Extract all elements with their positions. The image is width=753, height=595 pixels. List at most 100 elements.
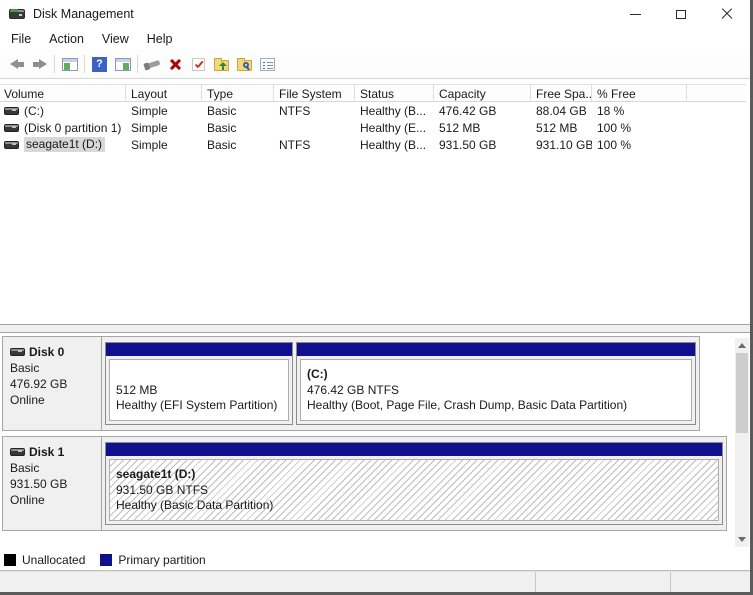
toolbar-separator [137,55,138,73]
title-bar: Disk Management [0,0,750,28]
volume-name: (Disk 0 partition 1) [24,120,122,135]
vertical-scrollbar[interactable] [735,338,749,547]
column-header-free-space[interactable]: Free Spa... [531,85,592,101]
status-section [0,572,535,592]
partition-name: seagate1t (D:) [116,467,196,481]
primary-partition-swatch-icon [100,553,113,566]
volume-type: Basic [207,137,237,152]
partition-seagate-selected[interactable]: seagate1t (D:) 931.50 GB NTFS Healthy (B… [105,442,723,525]
close-button[interactable] [704,0,750,28]
disk-size: 931.50 GB [10,477,68,491]
volume-type: Basic [207,103,237,118]
maximize-button[interactable] [658,0,704,28]
menu-bar: File Action View Help [0,28,750,50]
scroll-up-button[interactable] [735,338,749,353]
folder-search-button[interactable] [233,52,256,76]
partition-size: 931.50 GB NTFS [116,482,209,497]
disk-0-row: Disk 0 Basic 476.92 GB Online 512 MB Hea… [2,336,700,431]
scrollbar-thumb[interactable] [736,353,748,433]
column-header-capacity[interactable]: Capacity [434,85,531,101]
properties-list-button[interactable] [256,52,279,76]
volume-pct-free: 100 % [597,137,632,152]
action-pane-button[interactable] [111,52,134,76]
maximize-icon [676,9,686,19]
disk-icon [10,448,25,456]
forward-icon [32,59,47,69]
primary-partition-strip [106,343,292,356]
column-header-filler [687,85,746,101]
disk-icon [10,348,25,356]
volume-row-c[interactable]: (C:) Simple Basic NTFS Healthy (B... 476… [0,102,746,119]
menu-action[interactable]: Action [40,30,93,48]
column-header-status[interactable]: Status [355,85,434,101]
primary-partition-strip [106,443,722,456]
column-header-type[interactable]: Type [202,85,274,101]
partition-name: (C:) [307,367,328,381]
volume-status: Healthy (B... [360,137,427,152]
volume-row-seagate[interactable]: seagate1t (D:) Simple Basic NTFS Healthy… [0,136,746,153]
volume-table: Volume Layout Type File System Status Ca… [0,84,746,153]
disk-1-partitions: seagate1t (D:) 931.50 GB NTFS Healthy (B… [102,437,726,530]
folder-search-icon [237,58,252,71]
volume-capacity: 476.42 GB [439,103,497,118]
pane-splitter[interactable] [0,324,750,333]
menu-help[interactable]: Help [138,30,182,48]
primary-partition-strip [297,343,695,356]
folder-up-icon [214,58,229,71]
volume-pct-free: 100 % [597,120,632,135]
chevron-up-icon [738,343,746,348]
back-icon [9,59,24,69]
folder-up-button[interactable] [210,52,233,76]
volume-table-header: Volume Layout Type File System Status Ca… [0,84,746,102]
column-header-file-system[interactable]: File System [274,85,355,101]
legend-bar: Unallocated Primary partition [0,549,750,571]
volume-icon [4,140,19,149]
scroll-down-button[interactable] [735,532,749,547]
action-pane-icon [114,57,131,71]
window-title: Disk Management [33,7,134,21]
volume-row-efi[interactable]: (Disk 0 partition 1) Simple Basic Health… [0,119,746,136]
minimize-button[interactable] [612,0,658,28]
disk-name: Disk 0 [29,345,65,359]
status-section [535,572,670,592]
partition-health: Healthy (Basic Data Partition) [116,498,274,512]
disk-kind: Basic [10,361,40,375]
delete-volume-button[interactable] [164,52,187,76]
disk-name: Disk 1 [29,445,65,459]
volume-fs: NTFS [279,103,311,118]
forward-button[interactable] [28,52,51,76]
graphical-view-pane: Disk 0 Basic 476.92 GB Online 512 MB Hea… [0,336,750,549]
disk-size: 476.92 GB [10,377,68,391]
volume-status: Healthy (E... [360,120,427,135]
partition-c[interactable]: (C:) 476.42 GB NTFS Healthy (Boot, Page … [296,342,696,425]
volume-layout: Simple [131,120,168,135]
column-header-pct-free[interactable]: % Free [592,85,687,101]
partition-size: 512 MB [116,382,158,397]
status-bar [0,571,750,592]
close-icon [721,8,733,20]
volume-capacity: 931.50 GB [439,137,497,152]
scrollbar-track[interactable] [735,353,749,532]
column-header-layout[interactable]: Layout [126,85,202,101]
menu-file[interactable]: File [2,30,40,48]
menu-view[interactable]: View [93,30,138,48]
volume-icon [4,106,19,115]
check-icon [192,57,205,71]
volume-name-selected: seagate1t (D:) [24,137,106,152]
checklist-icon [260,57,275,71]
volume-capacity: 512 MB [439,120,481,135]
volume-pct-free: 18 % [597,103,625,118]
back-button[interactable] [5,52,28,76]
volume-type: Basic [207,120,237,135]
mark-partition-button[interactable] [187,52,210,76]
console-tree-button[interactable] [58,52,81,76]
column-header-volume[interactable]: Volume [0,85,126,101]
remote-tool-button[interactable] [141,52,164,76]
toolbar-separator [84,55,85,73]
disk-0-label[interactable]: Disk 0 Basic 476.92 GB Online [3,337,102,430]
disk-1-label[interactable]: Disk 1 Basic 931.50 GB Online [3,437,102,530]
partition-health: Healthy (EFI System Partition) [116,398,278,412]
remote-tool-icon [145,59,160,69]
help-button[interactable]: ? [88,52,111,76]
partition-efi[interactable]: 512 MB Healthy (EFI System Partition) [105,342,293,425]
